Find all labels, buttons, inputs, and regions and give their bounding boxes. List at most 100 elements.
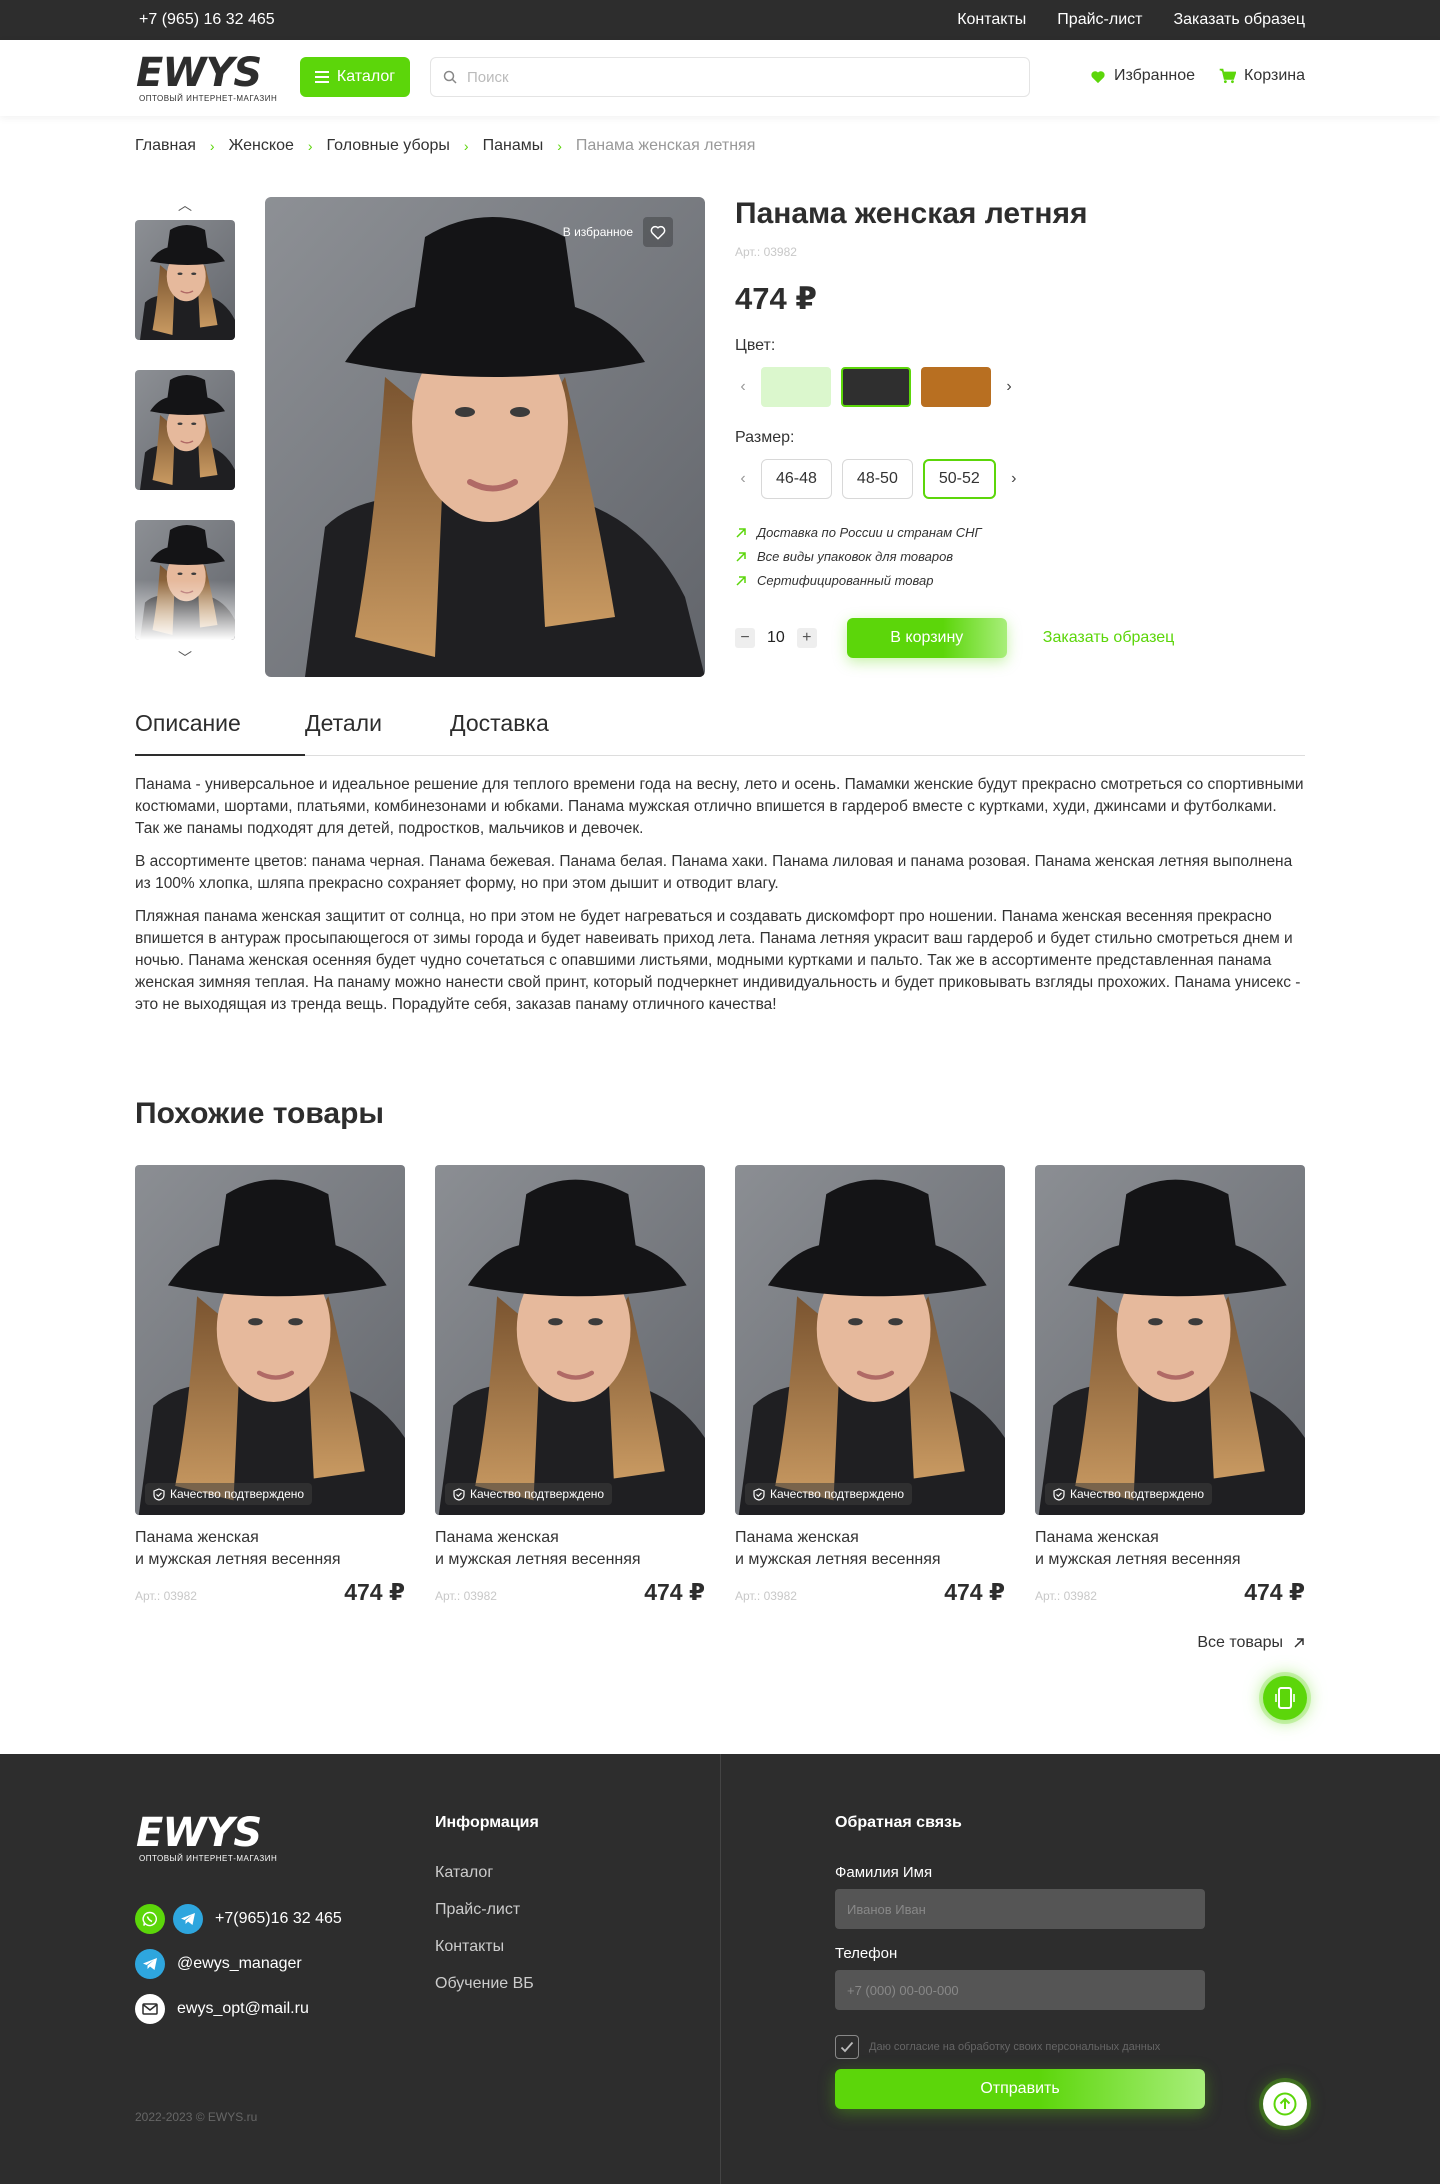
copyright: 2022-2023 © EWYS.ru xyxy=(135,2110,258,2124)
top-phone-link[interactable]: +7 (965) 16 32 465 xyxy=(139,11,275,29)
whatsapp-icon[interactable] xyxy=(135,1904,165,1934)
quantity-value[interactable]: 10 xyxy=(767,629,785,647)
similar-products-list: Качество подтверждено Панама женская и му… xyxy=(135,1165,1305,1606)
color-swatch[interactable] xyxy=(761,367,831,407)
feature-item: Доставка по России и странам СНГ xyxy=(735,525,1305,540)
footer-telegram-row: @ewys_manager xyxy=(135,1948,342,1980)
footer-link-contacts[interactable]: Контакты xyxy=(435,1938,504,1955)
search-input[interactable] xyxy=(467,68,967,86)
chevron-up-icon[interactable]: ︿ xyxy=(135,195,235,215)
product-card-name[interactable]: Панама женская и мужская летняя весенняя xyxy=(435,1527,705,1571)
breadcrumb-current: Панама женская летняя xyxy=(575,137,756,154)
catalog-button[interactable]: Каталог xyxy=(300,57,410,97)
breadcrumb-item[interactable]: Главная xyxy=(135,137,196,155)
telegram-icon[interactable] xyxy=(135,1949,165,1979)
cart-link[interactable]: Корзина xyxy=(1219,67,1305,85)
search-box xyxy=(430,57,1030,97)
telegram-icon[interactable] xyxy=(173,1904,203,1934)
product-card-image[interactable]: Качество подтверждено xyxy=(435,1165,705,1515)
footer-logo[interactable]: EWYS ОПТОВЫЙ ИНТЕРНЕТ-МАГАЗИН xyxy=(136,1813,277,1863)
add-to-cart-button[interactable]: В корзину xyxy=(846,618,1007,658)
top-link-order-sample[interactable]: Заказать образец xyxy=(1173,11,1305,29)
size-option[interactable]: 48-50 xyxy=(841,459,913,499)
submit-button[interactable]: Отправить xyxy=(835,2069,1205,2109)
similar-products-title: Похожие товары xyxy=(135,1097,385,1130)
add-to-favorites-label: В избранное xyxy=(562,225,633,239)
chevron-down-icon[interactable]: ﹀ xyxy=(135,648,235,668)
breadcrumb-item[interactable]: Женское xyxy=(229,137,294,155)
add-to-favorites[interactable]: В избранное xyxy=(563,217,673,247)
product-card-image[interactable]: Качество подтверждено xyxy=(1035,1165,1305,1515)
chevron-left-icon[interactable]: ‹ xyxy=(735,378,751,396)
product-card-article: Арт.: 03982 xyxy=(735,1589,797,1603)
thumbnail-image[interactable] xyxy=(135,220,235,340)
product-card-price: 474 ₽ xyxy=(944,1579,1005,1605)
footer-link-catalog[interactable]: Каталог xyxy=(435,1864,493,1881)
header-actions: Избранное Корзина xyxy=(1090,67,1305,85)
chevron-right-icon[interactable]: › xyxy=(1001,378,1017,396)
top-link-contacts[interactable]: Контакты xyxy=(957,11,1026,29)
product-card-image[interactable]: Качество подтверждено xyxy=(735,1165,1005,1515)
top-links: Контакты Прайс-лист Заказать образец xyxy=(957,11,1305,29)
order-sample-link[interactable]: Заказать образец xyxy=(1043,629,1175,647)
product-info: Панама женская летняя Арт.: 03982 474 ₽ … xyxy=(735,197,1305,658)
color-swatch[interactable] xyxy=(841,367,911,407)
product-card-name[interactable]: Панама женская и мужская летняя весенняя xyxy=(135,1527,405,1571)
chevron-left-icon[interactable]: ‹ xyxy=(735,470,751,488)
product-card[interactable]: Качество подтверждено Панама женская и му… xyxy=(1035,1165,1305,1606)
color-swatch[interactable] xyxy=(921,367,991,407)
quality-badge: Качество подтверждено xyxy=(145,1483,313,1505)
logo-subtitle: ОПТОВЫЙ ИНТЕРНЕТ-МАГАЗИН xyxy=(139,94,278,103)
mail-icon xyxy=(135,1994,165,2024)
tab-details[interactable]: Детали xyxy=(305,706,450,756)
chevron-right-icon[interactable]: › xyxy=(1006,470,1022,488)
product-card[interactable]: Качество подтверждено Панама женская и му… xyxy=(435,1165,705,1606)
tab-delivery[interactable]: Доставка xyxy=(450,706,549,756)
thumbnail-image[interactable] xyxy=(135,520,235,640)
plus-icon[interactable]: + xyxy=(796,628,817,648)
header: EWYS ОПТОВЫЙ ИНТЕРНЕТ-МАГАЗИН Каталог Из… xyxy=(0,40,1440,116)
consent-checkbox[interactable] xyxy=(835,2035,859,2059)
top-link-price-list[interactable]: Прайс-лист xyxy=(1057,11,1142,29)
menu-icon xyxy=(314,71,329,83)
quality-badge: Качество подтверждено xyxy=(445,1483,613,1505)
size-option[interactable]: 50-52 xyxy=(922,459,996,499)
footer-link-training[interactable]: Обучение ВБ xyxy=(435,1975,534,1992)
tab-description[interactable]: Описание xyxy=(135,706,305,756)
all-products-link[interactable]: Все товары xyxy=(1197,1634,1305,1652)
color-selector: ‹ › xyxy=(735,367,1305,407)
product-card-name[interactable]: Панама женская и мужская летняя весенняя xyxy=(735,1527,1005,1571)
catalog-button-label: Каталог xyxy=(336,68,396,85)
minus-icon[interactable]: − xyxy=(735,628,755,648)
footer-email[interactable]: ewys_opt@mail.ru xyxy=(177,2000,309,2018)
scroll-to-top-button[interactable] xyxy=(1263,2082,1307,2126)
phone-field[interactable] xyxy=(835,1970,1205,2010)
size-option[interactable]: 46-48 xyxy=(761,459,832,499)
buy-row: − 10 + В корзину Заказать образец xyxy=(735,618,1305,658)
footer-info-title: Информация xyxy=(435,1814,539,1831)
product-price: 474 ₽ xyxy=(735,281,817,316)
callback-phone-button[interactable] xyxy=(1263,1676,1307,1720)
product-card-image[interactable]: Качество подтверждено xyxy=(135,1165,405,1515)
footer-link-price-list[interactable]: Прайс-лист xyxy=(435,1901,520,1918)
product-card[interactable]: Качество подтверждено Панама женская и му… xyxy=(735,1165,1005,1606)
name-field[interactable] xyxy=(835,1889,1205,1929)
footer-phone[interactable]: +7(965)16 32 465 xyxy=(215,1910,342,1928)
shield-check-icon xyxy=(453,1487,465,1501)
thumbnail-image[interactable] xyxy=(135,370,235,490)
product-card[interactable]: Качество подтверждено Панама женская и му… xyxy=(135,1165,405,1606)
chevron-right-icon: › xyxy=(209,138,215,154)
favorites-link[interactable]: Избранное xyxy=(1090,67,1195,85)
product-card-name[interactable]: Панама женская и мужская летняя весенняя xyxy=(1035,1527,1305,1571)
size-selector: ‹ 46-48 48-50 50-52 › xyxy=(735,459,1305,499)
breadcrumb-item[interactable]: Головные уборы xyxy=(327,137,450,155)
name-field-label: Фамилия Имя xyxy=(835,1864,933,1881)
feature-text: Доставка по России и странам СНГ xyxy=(757,525,982,540)
quality-badge-label: Качество подтверждено xyxy=(170,1487,305,1501)
logo[interactable]: EWYS ОПТОВЫЙ ИНТЕРНЕТ-МАГАЗИН xyxy=(136,53,280,104)
quality-badge-label: Качество подтверждено xyxy=(1070,1487,1205,1501)
heart-icon xyxy=(1091,70,1105,83)
arrow-up-right-icon xyxy=(736,551,746,562)
footer-telegram[interactable]: @ewys_manager xyxy=(177,1955,302,1973)
breadcrumb-item[interactable]: Панамы xyxy=(483,137,544,155)
